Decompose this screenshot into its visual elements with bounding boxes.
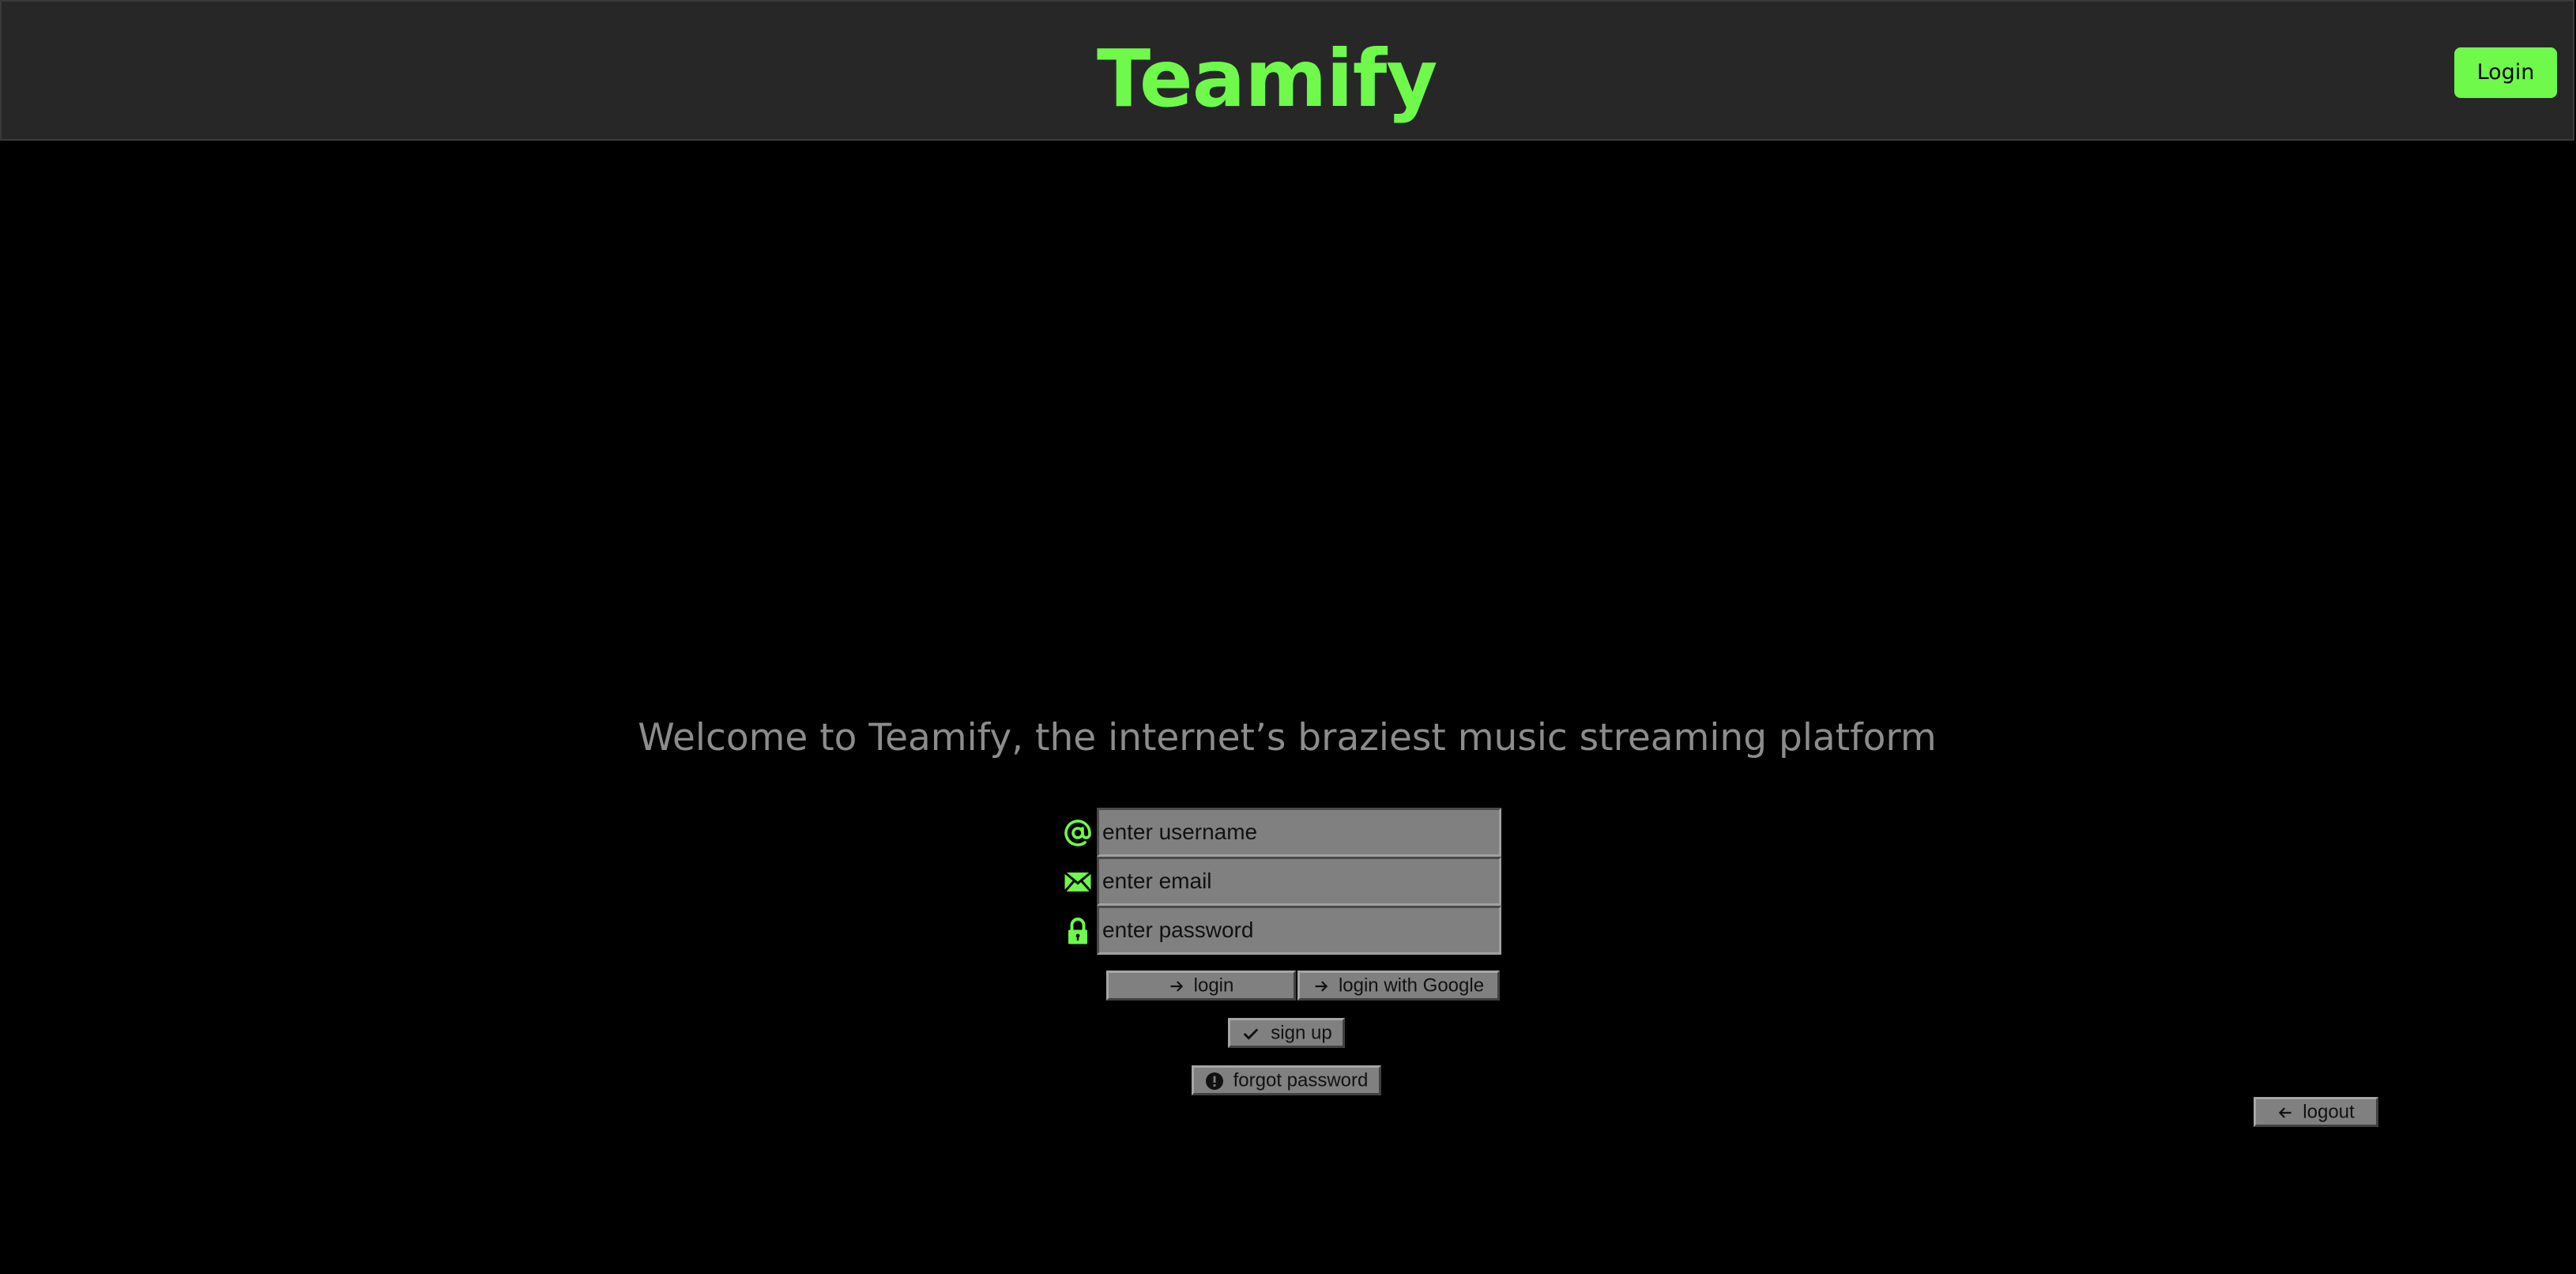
password-input[interactable]	[1097, 906, 1501, 955]
login-button-label: login	[1193, 974, 1234, 997]
logout-button[interactable]: logout	[2254, 1097, 2378, 1127]
top-header: Teamify Login	[0, 0, 2574, 141]
arrow-left-icon	[2279, 1107, 2292, 1118]
lock-icon	[1068, 918, 1087, 944]
login-button[interactable]: login	[1106, 971, 1296, 1001]
checkmark-icon	[1244, 1028, 1259, 1040]
logout-button-label: logout	[2303, 1101, 2355, 1123]
email-input[interactable]	[1097, 857, 1501, 906]
login-google-button-label: login with Google	[1338, 974, 1485, 997]
login-google-button[interactable]: login with Google	[1297, 971, 1500, 1001]
arrow-right-icon	[1315, 981, 1328, 992]
envelope-icon	[1064, 871, 1092, 892]
at-icon	[1064, 820, 1091, 846]
username-input[interactable]	[1097, 808, 1501, 857]
brand-title: Teamify	[1097, 32, 1437, 125]
signup-button-label: sign up	[1271, 1022, 1332, 1044]
exclamation-circle-icon	[1205, 1072, 1223, 1090]
header-login-button[interactable]: Login	[2454, 47, 2557, 98]
forgot-password-label: forgot password	[1233, 1069, 1369, 1091]
arrow-right-icon	[1170, 981, 1183, 992]
app-page: Teamify Login Welcome to Teamify, the in…	[0, 0, 2576, 1274]
signup-button[interactable]: sign up	[1228, 1018, 1345, 1048]
forgot-password-button[interactable]: forgot password	[1192, 1065, 1381, 1095]
welcome-heading: Welcome to Teamify, the internet’s brazi…	[638, 716, 1937, 760]
